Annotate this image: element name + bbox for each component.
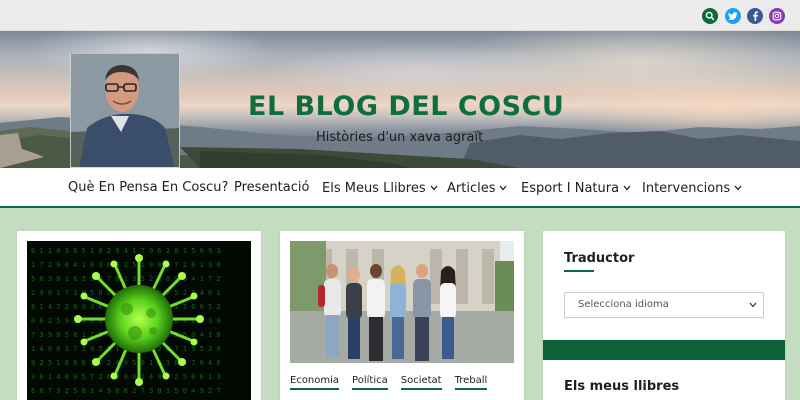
svg-text:5 0 3 8 1 6 2 9 4 7 0 1 3 5 2: 5 0 3 8 1 6 2 9 4 7 0 1 3 5 2 8 6 0 9 4 …	[31, 275, 221, 283]
language-select[interactable]: Selecciona idioma	[564, 292, 764, 318]
post-card: Economia Política Societat Treball	[280, 231, 524, 400]
nav-item-label: Intervencions	[642, 181, 731, 196]
title-underline	[564, 270, 594, 272]
translator-widget-title: Traductor	[564, 251, 635, 266]
nav-item-label: Articles	[447, 181, 496, 196]
nav-item-label: Els Meus Llibres	[322, 181, 426, 196]
author-portrait	[70, 53, 180, 168]
nav-item-els-meus-llibres[interactable]: Els Meus Llibres	[322, 180, 438, 196]
svg-text:6 0 7 3 2 5 8 1 4 9 0 6 2 7 3: 6 0 7 3 2 5 8 1 4 9 0 6 2 7 3 8 1 5 0 4 …	[31, 387, 221, 395]
post-tags: Economia Política Societat Treball	[290, 375, 500, 390]
nav-item-presentacio[interactable]: Presentació	[234, 180, 309, 195]
top-social-bar	[0, 0, 800, 31]
nav-item-label: Presentació	[234, 180, 310, 195]
main-navigation: Què En Pensa En Coscu? Presentació Els M…	[0, 168, 800, 208]
nav-item-label: Què En Pensa En Coscu?	[68, 180, 229, 195]
nav-item-que-en-pensa[interactable]: Què En Pensa En Coscu?	[68, 180, 228, 195]
svg-text:3 8 1 4 0 9 5 7 2 6 3 0 8 1 4: 3 8 1 4 0 9 5 7 2 6 3 0 8 1 4 9 7 2 5 0 …	[31, 373, 221, 381]
svg-text:9 2 5 1 8 0 6 3 7 2 4 9 5 0 1: 9 2 5 1 8 0 6 3 7 2 4 9 5 0 1 6 3 8 2 7 …	[31, 359, 221, 367]
post-card: 0 1 1 0 3 8 5 1 0 2 9 4 1 7 0 6 2 8 1 5 …	[17, 231, 261, 400]
header-banner: EL BLOG DEL COSCU Històries d'un xava ag…	[0, 31, 800, 168]
widget-divider-band	[543, 340, 785, 360]
books-widget-title: Els meus llibres	[564, 379, 680, 394]
site-tagline: Històries d'un xava agraït	[316, 130, 484, 145]
tag-societat[interactable]: Societat	[400, 375, 442, 390]
svg-text:0 1 1 0 3 8 5 1 0 2 9 4 1 7 0: 0 1 1 0 3 8 5 1 0 2 9 4 1 7 0 6 2 8 1 5 …	[31, 247, 221, 255]
svg-text:1 7 2 9 0 4 1 6 3 0 8 2 5 1 9: 1 7 2 9 0 4 1 6 3 0 8 2 5 1 9 0 4 7 2 6 …	[31, 261, 221, 269]
nav-item-intervencions[interactable]: Intervencions	[642, 180, 742, 196]
nav-item-articles[interactable]: Articles	[447, 180, 507, 196]
chevron-down-icon	[499, 180, 507, 195]
nav-item-esport-i-natura[interactable]: Esport I Natura	[521, 180, 631, 196]
chevron-down-icon	[623, 180, 631, 195]
language-select-value: Selecciona idioma	[578, 299, 669, 310]
facebook-icon[interactable]	[747, 8, 763, 24]
chevron-down-icon	[430, 180, 438, 195]
search-icon[interactable]	[702, 8, 718, 24]
tag-economia[interactable]: Economia	[290, 375, 340, 390]
post-thumbnail-virus[interactable]: 0 1 1 0 3 8 5 1 0 2 9 4 1 7 0 6 2 8 1 5 …	[27, 241, 251, 400]
nav-item-label: Esport I Natura	[521, 181, 620, 196]
tag-treball[interactable]: Treball	[454, 375, 488, 390]
instagram-icon[interactable]	[769, 8, 785, 24]
chevron-down-icon	[734, 180, 742, 195]
post-thumbnail-students[interactable]	[290, 241, 514, 363]
twitter-icon[interactable]	[725, 8, 741, 24]
tag-politica[interactable]: Política	[352, 375, 388, 390]
site-title[interactable]: EL BLOG DEL COSCU	[248, 91, 564, 122]
chevron-down-icon	[749, 293, 757, 327]
sidebar-widgets: Traductor Selecciona idioma Els meus lli…	[543, 231, 785, 400]
